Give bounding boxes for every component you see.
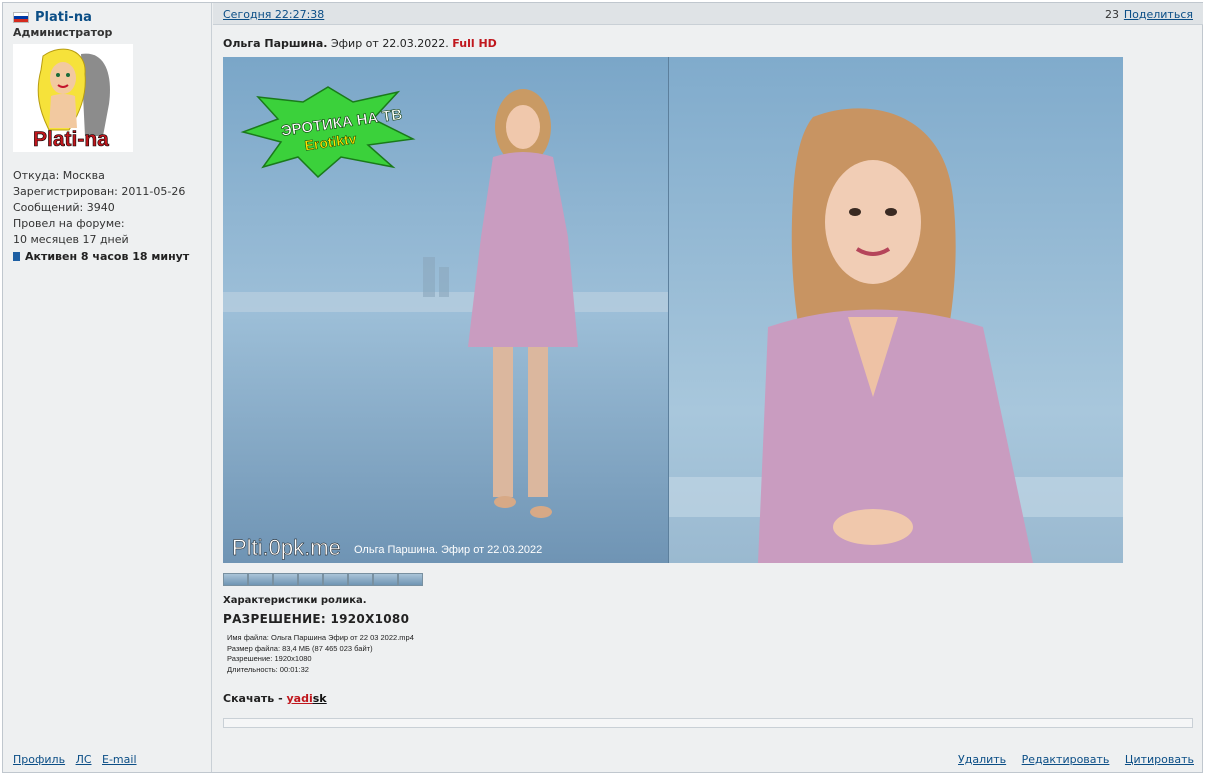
author-info: Откуда: Москва Зарегистрирован: 2011-05-… <box>13 168 185 248</box>
author-panel: Plati-na Администратор Plati-na Откуда: … <box>3 3 212 772</box>
thumbnail[interactable] <box>273 573 298 586</box>
download-label: Скачать - <box>223 692 287 705</box>
delete-link[interactable]: Удалить <box>958 753 1006 766</box>
thumbnail[interactable] <box>223 573 248 586</box>
activity-status: Активен 8 часов 18 минут <box>13 250 189 263</box>
info-from: Откуда: Москва <box>13 169 105 182</box>
thumbnail[interactable] <box>298 573 323 586</box>
info-registered: Зарегистрирован: 2011-05-26 <box>13 185 186 198</box>
post-header: Сегодня 22:27:38 23 Поделиться <box>213 3 1203 25</box>
post-body: Сегодня 22:27:38 23 Поделиться Ольга Пар… <box>213 3 1204 772</box>
post-image[interactable]: ЭРОТИКА НА ТВ Erotiktv Plti.0pk.me Ольга… <box>223 57 1123 563</box>
edit-link[interactable]: Редактировать <box>1022 753 1110 766</box>
author-header: Plati-na <box>13 10 92 25</box>
thumbnail[interactable] <box>248 573 273 586</box>
post-time-link[interactable]: Сегодня 22:27:38 <box>223 8 324 21</box>
meta-resolution: Разрешение: 1920x1080 <box>227 654 312 663</box>
specs-heading: Характеристики ролика. <box>223 595 367 606</box>
author-links: Профиль ЛС E-mail <box>13 753 144 766</box>
signature-box <box>223 718 1193 728</box>
profile-link[interactable]: Профиль <box>13 753 65 766</box>
resolution-heading: РАЗРЕШЕНИЕ: 1920X1080 <box>223 612 410 626</box>
thumbnail[interactable] <box>398 573 423 586</box>
download-line: Скачать - yadisk <box>223 692 327 705</box>
private-message-link[interactable]: ЛС <box>76 753 92 766</box>
meta-duration: Длительность: 00:01:32 <box>227 664 309 674</box>
download-link[interactable]: yadisk <box>287 692 327 705</box>
avatar: Plati-na <box>13 44 133 152</box>
thumbnail[interactable] <box>323 573 348 586</box>
poster-watermark: Plti.0pk.me <box>232 535 341 560</box>
title-name: Ольга Паршина. <box>223 37 328 50</box>
thumbnail[interactable] <box>348 573 373 586</box>
info-time-label: Провел на форуме: <box>13 217 125 230</box>
share-link[interactable]: Поделиться <box>1124 8 1193 21</box>
meta-filename: Имя файла: Ольга Паршина Эфир от 22 03 2… <box>227 633 414 642</box>
activity-text: Активен 8 часов 18 минут <box>25 250 190 263</box>
online-indicator-icon <box>13 252 20 261</box>
russia-flag-icon <box>13 12 29 23</box>
post-frame: Plati-na Администратор Plati-na Откуда: … <box>2 2 1203 773</box>
post-number: 23 <box>1105 8 1119 21</box>
author-name-link[interactable]: Plati-na <box>35 10 92 25</box>
info-posts: Сообщений: 3940 <box>13 201 115 214</box>
email-link[interactable]: E-mail <box>102 753 137 766</box>
author-rank: Администратор <box>13 26 113 39</box>
avatar-caption: Plati-na <box>33 128 109 151</box>
post-actions: Удалить Редактировать Цитировать <box>946 753 1194 766</box>
title-hd-badge: Full HD <box>452 37 497 50</box>
meta-filesize: Размер файла: 83,4 МБ (87 465 023 байт) <box>227 643 373 653</box>
post-title: Ольга Паршина. Эфир от 22.03.2022. Full … <box>223 37 497 50</box>
info-time-value: 10 месяцев 17 дней <box>13 233 129 246</box>
thumbnail-strip <box>223 573 423 586</box>
quote-link[interactable]: Цитировать <box>1125 753 1194 766</box>
poster-caption: Ольга Паршина. Эфир от 22.03.2022 <box>354 544 542 556</box>
thumbnail[interactable] <box>373 573 398 586</box>
title-rest: Эфир от 22.03.2022. <box>327 37 453 50</box>
file-metadata: Имя файла: Ольга Паршина Эфир от 22 03 2… <box>227 633 414 675</box>
